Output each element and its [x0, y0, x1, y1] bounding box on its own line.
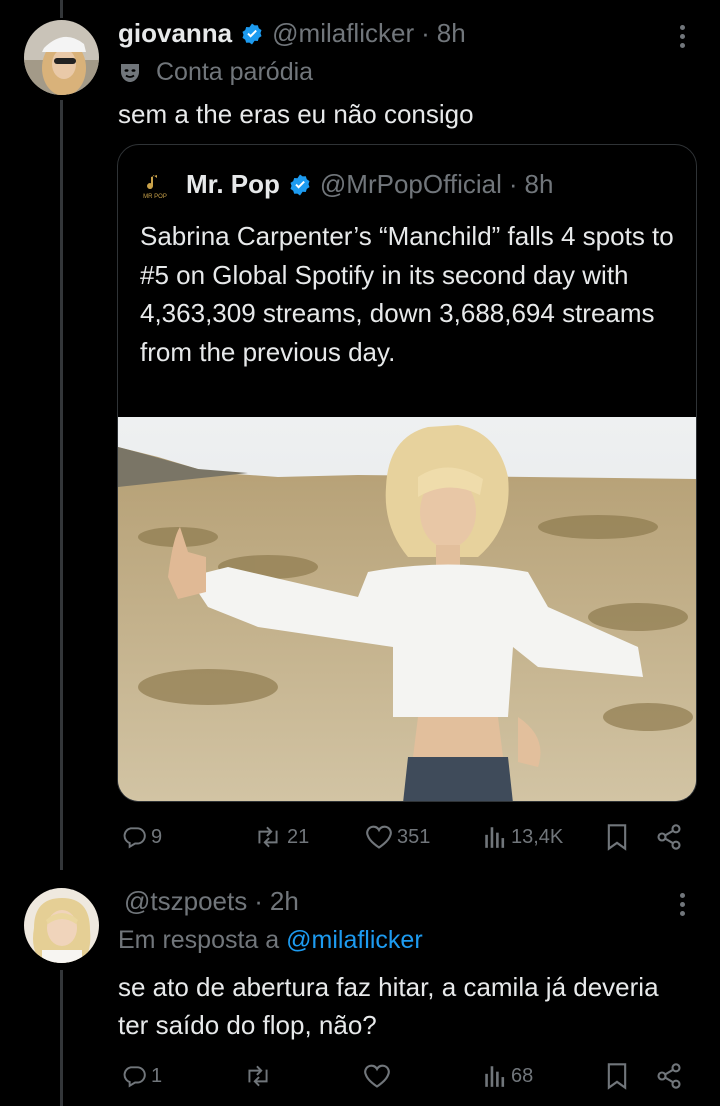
post-header: giovanna @milaflicker · 8h — [118, 18, 466, 49]
post-text: sem a the eras eu não consigo — [118, 99, 474, 129]
reply-text: se ato de abertura faz hitar, a camila j… — [118, 972, 659, 1040]
replying-to-prefix: Em resposta a — [118, 926, 280, 954]
quoted-post-card[interactable]: MR POP Mr. Pop @MrPopOfficial · 8h Sabri… — [117, 144, 697, 802]
like-button[interactable]: 351 — [365, 817, 430, 857]
bookmark-icon — [607, 824, 627, 851]
like-icon — [364, 1064, 390, 1088]
share-icon — [657, 1063, 681, 1089]
quoted-post-header: MR POP Mr. Pop @MrPopOfficial · 8h — [140, 169, 553, 200]
post-action-bar: 9 21 351 13,4K — [117, 817, 697, 857]
like-count: 351 — [397, 825, 431, 848]
views-icon — [485, 1066, 505, 1087]
repost-button[interactable]: 21 — [253, 817, 309, 857]
bookmark-button[interactable] — [605, 1056, 629, 1096]
reply-count: 1 — [151, 1064, 163, 1087]
bookmark-icon — [607, 1063, 627, 1090]
separator-dot: · — [421, 18, 430, 48]
more-icon-dot — [679, 42, 685, 48]
reply-handle[interactable]: @tszpoets — [124, 886, 247, 917]
like-button[interactable] — [363, 1056, 395, 1096]
parody-mask-icon — [121, 63, 139, 82]
avatar-tszpoets[interactable] — [24, 888, 99, 963]
replying-to-link[interactable]: @milaflicker — [286, 926, 423, 954]
views-button[interactable]: 68 — [483, 1056, 533, 1096]
user-handle[interactable]: @milaflicker — [272, 18, 414, 49]
reply-timestamp[interactable]: 2h — [270, 886, 299, 917]
post-timestamp[interactable]: 8h — [437, 18, 466, 49]
parody-label-text: Conta paródia — [156, 58, 314, 86]
parody-label: Conta paródia — [118, 58, 313, 87]
quoted-handle: @MrPopOfficial — [319, 169, 502, 199]
quoted-timestamp: 8h — [524, 169, 554, 199]
views-button[interactable]: 13,4K — [483, 817, 563, 857]
repost-icon — [248, 1065, 268, 1087]
separator-dot: · — [254, 886, 263, 916]
quoted-post-photo[interactable] — [118, 417, 697, 802]
views-count: 68 — [511, 1064, 534, 1087]
reply-icon — [123, 827, 146, 849]
repost-icon — [258, 826, 278, 848]
views-icon — [485, 827, 505, 848]
reply-more-options-button[interactable] — [667, 889, 697, 919]
like-icon — [366, 825, 392, 849]
more-icon-dot — [679, 910, 685, 916]
share-icon — [657, 824, 681, 850]
repost-count: 21 — [287, 825, 310, 848]
reply-icon — [123, 1066, 146, 1088]
reply-count: 9 — [151, 825, 163, 848]
thread-connector-top — [60, 0, 63, 18]
reply-action-bar: 1 68 — [117, 1056, 697, 1096]
more-icon-dot — [679, 901, 685, 907]
more-icon-dot — [679, 33, 685, 39]
avatar-image — [24, 888, 99, 963]
thread-connector-bottom — [60, 970, 63, 1106]
more-icon-dot — [679, 24, 685, 30]
quoted-post-text: Sabrina Carpenter’s “Manchild” falls 4 s… — [140, 221, 674, 367]
share-button[interactable] — [655, 1056, 683, 1096]
reply-header: @tszpoets · 2h — [118, 886, 299, 917]
avatar-giovanna[interactable] — [24, 20, 99, 95]
quoted-display-name: Mr. Pop — [186, 169, 280, 199]
mrpop-logo-text: MR POP — [143, 194, 167, 200]
views-count: 13,4K — [511, 825, 564, 848]
mrpop-logo-icon: MR POP — [140, 169, 170, 200]
bookmark-button[interactable] — [605, 817, 629, 857]
thread-connector — [60, 100, 63, 870]
share-button[interactable] — [655, 817, 683, 857]
verified-badge-icon — [240, 22, 264, 46]
avatar-image — [24, 20, 99, 95]
repost-button[interactable] — [243, 1056, 277, 1096]
replying-to: Em resposta a @milaflicker — [118, 926, 423, 955]
more-icon-dot — [679, 892, 685, 898]
reply-button[interactable]: 9 — [121, 817, 162, 857]
reply-button[interactable]: 1 — [121, 1056, 162, 1096]
more-options-button[interactable] — [667, 21, 697, 51]
display-name[interactable]: giovanna — [118, 18, 232, 49]
verified-badge-icon — [288, 173, 312, 197]
separator-dot: · — [508, 169, 518, 199]
